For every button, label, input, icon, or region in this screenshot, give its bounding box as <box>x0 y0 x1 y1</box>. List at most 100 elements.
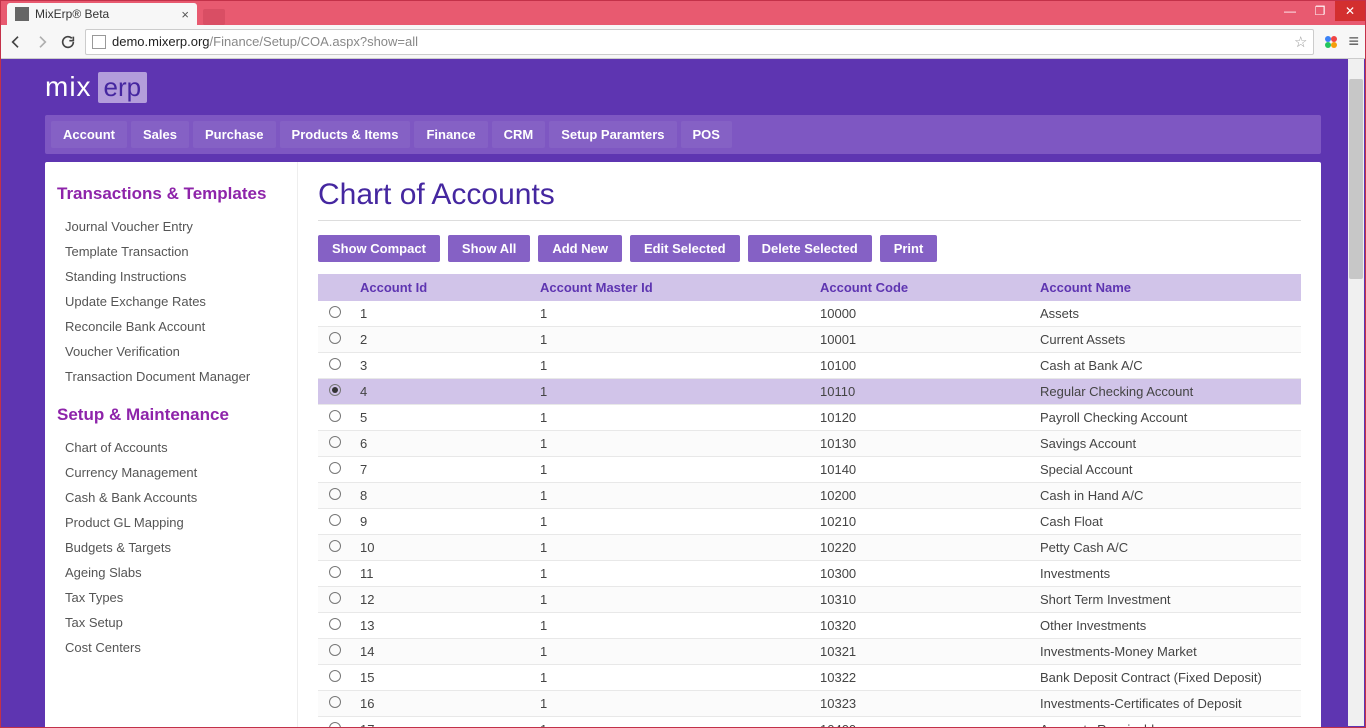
row-select-radio[interactable] <box>329 696 341 708</box>
cell-code: 10400 <box>812 717 1032 728</box>
edit-selected-button[interactable]: Edit Selected <box>630 235 740 262</box>
table-row[interactable]: 11110300Investments <box>318 561 1301 587</box>
extension-icon[interactable] <box>1322 33 1340 51</box>
table-row[interactable]: 1110000Assets <box>318 301 1301 327</box>
table-row[interactable]: 6110130Savings Account <box>318 431 1301 457</box>
reload-icon[interactable] <box>59 33 77 51</box>
sidebar-item-reconcile-bank-account[interactable]: Reconcile Bank Account <box>57 314 297 339</box>
sidebar-item-tax-setup[interactable]: Tax Setup <box>57 610 297 635</box>
browser-tab[interactable]: MixErp® Beta × <box>7 3 197 25</box>
sidebar-item-ageing-slabs[interactable]: Ageing Slabs <box>57 560 297 585</box>
cell-name: Short Term Investment <box>1032 587 1301 613</box>
sidebar-item-currency-management[interactable]: Currency Management <box>57 460 297 485</box>
nav-item-finance[interactable]: Finance <box>414 121 487 148</box>
cell-mid: 1 <box>532 691 812 717</box>
url-input[interactable]: demo.mixerp.org /Finance/Setup/COA.aspx?… <box>85 29 1314 55</box>
column-header-account-master-id[interactable]: Account Master Id <box>532 274 812 301</box>
sidebar-item-journal-voucher-entry[interactable]: Journal Voucher Entry <box>57 214 297 239</box>
nav-item-account[interactable]: Account <box>51 121 127 148</box>
sidebar-item-cash-bank-accounts[interactable]: Cash & Bank Accounts <box>57 485 297 510</box>
cell-code: 10323 <box>812 691 1032 717</box>
sidebar-item-cost-centers[interactable]: Cost Centers <box>57 635 297 660</box>
scroll-thumb[interactable] <box>1349 79 1363 279</box>
nav-item-purchase[interactable]: Purchase <box>193 121 276 148</box>
add-new-button[interactable]: Add New <box>538 235 622 262</box>
table-row[interactable]: 4110110Regular Checking Account <box>318 379 1301 405</box>
logo-text-mix: mix <box>45 71 92 103</box>
table-row[interactable]: 10110220Petty Cash A/C <box>318 535 1301 561</box>
table-row[interactable]: 5110120Payroll Checking Account <box>318 405 1301 431</box>
cell-name: Investments-Money Market <box>1032 639 1301 665</box>
table-row[interactable]: 3110100Cash at Bank A/C <box>318 353 1301 379</box>
cell-id: 9 <box>352 509 532 535</box>
column-header-account-name[interactable]: Account Name <box>1032 274 1301 301</box>
window-maximize-button[interactable]: ❐ <box>1305 1 1335 21</box>
sidebar-item-chart-of-accounts[interactable]: Chart of Accounts <box>57 435 297 460</box>
row-select-radio[interactable] <box>329 462 341 474</box>
sidebar-item-tax-types[interactable]: Tax Types <box>57 585 297 610</box>
delete-selected-button[interactable]: Delete Selected <box>748 235 872 262</box>
table-row[interactable]: 14110321Investments-Money Market <box>318 639 1301 665</box>
row-select-radio[interactable] <box>329 410 341 422</box>
back-icon[interactable] <box>7 33 25 51</box>
logo-text-erp: erp <box>98 72 148 103</box>
sidebar-item-update-exchange-rates[interactable]: Update Exchange Rates <box>57 289 297 314</box>
row-select-radio[interactable] <box>329 722 341 727</box>
sidebar: Transactions & Templates Journal Voucher… <box>45 162 297 727</box>
cell-name: Cash Float <box>1032 509 1301 535</box>
table-row[interactable]: 17110400Accounts Receivable <box>318 717 1301 728</box>
column-header-account-code[interactable]: Account Code <box>812 274 1032 301</box>
new-tab-button[interactable] <box>203 9 225 25</box>
cell-code: 10220 <box>812 535 1032 561</box>
show-all-button[interactable]: Show All <box>448 235 530 262</box>
row-select-radio[interactable] <box>329 566 341 578</box>
cell-code: 10001 <box>812 327 1032 353</box>
sidebar-item-product-gl-mapping[interactable]: Product GL Mapping <box>57 510 297 535</box>
row-select-radio[interactable] <box>329 644 341 656</box>
browser-menu-icon[interactable]: ≡ <box>1348 31 1359 52</box>
nav-item-products-items[interactable]: Products & Items <box>280 121 411 148</box>
row-select-radio[interactable] <box>329 358 341 370</box>
window-minimize-button[interactable]: — <box>1275 1 1305 21</box>
table-row[interactable]: 16110323Investments-Certificates of Depo… <box>318 691 1301 717</box>
forward-icon[interactable] <box>33 33 51 51</box>
row-select-radio[interactable] <box>329 540 341 552</box>
nav-item-pos[interactable]: POS <box>681 121 732 148</box>
table-row[interactable]: 7110140Special Account <box>318 457 1301 483</box>
table-row[interactable]: 12110310Short Term Investment <box>318 587 1301 613</box>
window-close-button[interactable]: ✕ <box>1335 1 1365 21</box>
nav-item-setup-paramters[interactable]: Setup Paramters <box>549 121 676 148</box>
row-select-radio[interactable] <box>329 384 341 396</box>
row-select-radio[interactable] <box>329 670 341 682</box>
row-select-radio[interactable] <box>329 488 341 500</box>
bookmark-star-icon[interactable]: ☆ <box>1294 33 1307 51</box>
close-tab-icon[interactable]: × <box>181 7 189 22</box>
nav-item-sales[interactable]: Sales <box>131 121 189 148</box>
cell-name: Investments-Certificates of Deposit <box>1032 691 1301 717</box>
vertical-scrollbar[interactable] <box>1348 59 1364 726</box>
cell-name: Savings Account <box>1032 431 1301 457</box>
row-select-radio[interactable] <box>329 306 341 318</box>
table-row[interactable]: 13110320Other Investments <box>318 613 1301 639</box>
cell-code: 10300 <box>812 561 1032 587</box>
sidebar-item-standing-instructions[interactable]: Standing Instructions <box>57 264 297 289</box>
row-select-radio[interactable] <box>329 592 341 604</box>
table-row[interactable]: 9110210Cash Float <box>318 509 1301 535</box>
row-select-radio[interactable] <box>329 436 341 448</box>
sidebar-item-template-transaction[interactable]: Template Transaction <box>57 239 297 264</box>
sidebar-item-budgets-targets[interactable]: Budgets & Targets <box>57 535 297 560</box>
show-compact-button[interactable]: Show Compact <box>318 235 440 262</box>
page-icon <box>92 35 106 49</box>
nav-item-crm[interactable]: CRM <box>492 121 546 148</box>
column-header-account-id[interactable]: Account Id <box>352 274 532 301</box>
row-select-radio[interactable] <box>329 514 341 526</box>
sidebar-item-voucher-verification[interactable]: Voucher Verification <box>57 339 297 364</box>
print-button[interactable]: Print <box>880 235 938 262</box>
sidebar-item-transaction-document-manager[interactable]: Transaction Document Manager <box>57 364 297 389</box>
table-row[interactable]: 2110001Current Assets <box>318 327 1301 353</box>
row-select-radio[interactable] <box>329 618 341 630</box>
row-select-radio[interactable] <box>329 332 341 344</box>
table-row[interactable]: 15110322Bank Deposit Contract (Fixed Dep… <box>318 665 1301 691</box>
table-row[interactable]: 8110200Cash in Hand A/C <box>318 483 1301 509</box>
logo[interactable]: mix erp <box>1 59 1365 115</box>
